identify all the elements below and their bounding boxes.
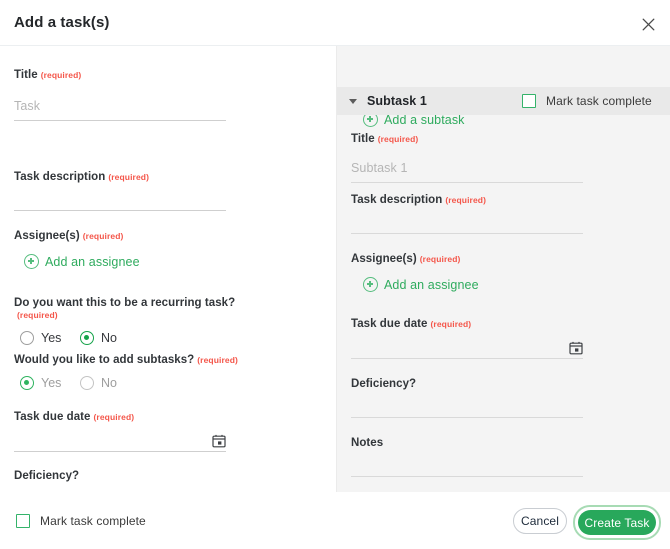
cancel-button[interactable]: Cancel xyxy=(513,508,567,534)
add-subtasks-label: Would you like to add subtasks? (required… xyxy=(14,354,238,366)
required-tag: (required) xyxy=(430,319,472,329)
subtask-notes-input[interactable] xyxy=(351,476,583,477)
subtask-assignees-label: Assignee(s) (required) xyxy=(351,253,461,265)
add-subtask-button[interactable]: Add a subtask xyxy=(363,112,465,132)
subtask-deficiency-input[interactable] xyxy=(351,417,583,418)
radio-icon-selected xyxy=(80,331,94,345)
main-due-date-field: Task due date (required) xyxy=(14,411,226,452)
plus-circle-icon xyxy=(363,277,378,292)
add-subtasks-field: Would you like to add subtasks? (required… xyxy=(14,354,244,390)
close-icon[interactable] xyxy=(638,14,658,34)
subtask-assignees-field: Assignee(s) (required) Add an assignee xyxy=(351,253,583,297)
subtask-complete-label: Mark task complete xyxy=(546,94,652,108)
main-deficiency-field: Deficiency? xyxy=(14,470,226,492)
create-task-button[interactable]: Create Task xyxy=(578,510,656,535)
recurring-option-yes-label: Yes xyxy=(41,331,62,345)
subtask-notes-field: Notes xyxy=(351,437,583,477)
subtask-description-field: Task description (required) xyxy=(351,194,583,234)
main-title-field: Title (required) Task xyxy=(14,69,226,121)
calendar-icon[interactable] xyxy=(569,341,583,355)
add-assignee-button[interactable]: Add an assignee xyxy=(24,254,140,269)
chevron-down-icon[interactable] xyxy=(349,98,357,104)
recurring-option-no[interactable]: No xyxy=(80,331,117,345)
subtask-title-placeholder: Subtask 1 xyxy=(351,161,408,175)
radio-icon xyxy=(80,376,94,390)
subtask-due-date-field: Task due date (required) xyxy=(351,318,583,359)
radio-icon xyxy=(20,331,34,345)
main-task-panel: Title (required) Task Task description (re… xyxy=(0,46,336,492)
main-assignees-label: Assignee(s) (required) xyxy=(14,230,124,242)
subtask-due-date-label: Task due date (required) xyxy=(351,318,472,330)
subtask-header-row: Subtask 1 Mark task complete xyxy=(337,87,670,115)
main-description-input[interactable] xyxy=(14,210,226,211)
subtask-title-field: Title (required) Subtask 1 xyxy=(351,133,583,183)
subtask-notes-label: Notes xyxy=(351,437,384,449)
required-tag: (required) xyxy=(40,70,82,80)
checkbox-icon xyxy=(16,514,30,528)
main-description-label: Task description (required) xyxy=(14,171,150,183)
recurring-option-yes[interactable]: Yes xyxy=(20,331,80,345)
dialog-footer: Mark task complete xyxy=(0,492,670,549)
subtask-title-label: Title (required) xyxy=(351,133,419,145)
required-tag: (required) xyxy=(17,310,58,320)
subtask-description-input[interactable] xyxy=(351,233,583,234)
main-description-field: Task description (required) xyxy=(14,171,226,211)
subtask-deficiency-field: Deficiency? xyxy=(351,378,583,418)
main-assignees-field: Assignee(s) (required) Add an assignee xyxy=(14,230,226,274)
subtask-add-assignee-button[interactable]: Add an assignee xyxy=(363,277,479,292)
main-due-date-label: Task due date (required) xyxy=(14,411,135,423)
recurring-task-field: Do you want this to be a recurring task?… xyxy=(14,297,244,345)
add-assignee-label: Add an assignee xyxy=(45,254,140,269)
main-due-date-input[interactable] xyxy=(14,432,226,452)
subtask-title-input[interactable]: Subtask 1 xyxy=(351,159,583,183)
mark-task-complete-checkbox[interactable]: Mark task complete xyxy=(16,514,146,528)
add-task-dialog: Add a task(s) Title (required) Task Task … xyxy=(0,0,670,549)
subtask-add-assignee-label: Add an assignee xyxy=(384,277,479,292)
required-tag: (required) xyxy=(93,412,135,422)
required-tag: (required) xyxy=(419,254,461,264)
radio-icon-selected xyxy=(20,376,34,390)
create-task-focus-ring: Create Task xyxy=(573,505,661,540)
checkbox-icon xyxy=(522,94,536,108)
main-deficiency-label: Deficiency? xyxy=(14,470,80,482)
subtasks-option-yes-label: Yes xyxy=(41,376,62,390)
subtask-complete-checkbox[interactable]: Mark task complete xyxy=(522,94,652,108)
calendar-icon[interactable] xyxy=(212,434,226,448)
subtask-description-label: Task description (required) xyxy=(351,194,487,206)
subtask-name: Subtask 1 xyxy=(367,94,427,108)
subtask-panel: Add a subtask Subtask 1 Mark task comple… xyxy=(336,46,670,492)
recurring-task-label: Do you want this to be a recurring task?… xyxy=(14,297,236,320)
recurring-option-no-label: No xyxy=(101,331,117,345)
required-tag: (required) xyxy=(197,355,238,365)
dialog-header: Add a task(s) xyxy=(0,0,670,46)
main-title-label: Title (required) xyxy=(14,69,82,81)
subtasks-option-no: No xyxy=(80,376,117,390)
main-title-placeholder: Task xyxy=(14,99,41,113)
subtask-deficiency-label: Deficiency? xyxy=(351,378,417,390)
plus-circle-icon xyxy=(24,254,39,269)
required-tag: (required) xyxy=(82,231,124,241)
subtasks-option-yes: Yes xyxy=(20,376,80,390)
subtasks-option-no-label: No xyxy=(101,376,117,390)
required-tag: (required) xyxy=(445,195,487,205)
subtask-due-date-input[interactable] xyxy=(351,339,583,359)
main-title-input[interactable]: Task xyxy=(14,97,226,121)
page-title: Add a task(s) xyxy=(14,14,110,31)
required-tag: (required) xyxy=(108,172,150,182)
required-tag: (required) xyxy=(377,134,419,144)
mark-task-complete-label: Mark task complete xyxy=(40,514,146,528)
